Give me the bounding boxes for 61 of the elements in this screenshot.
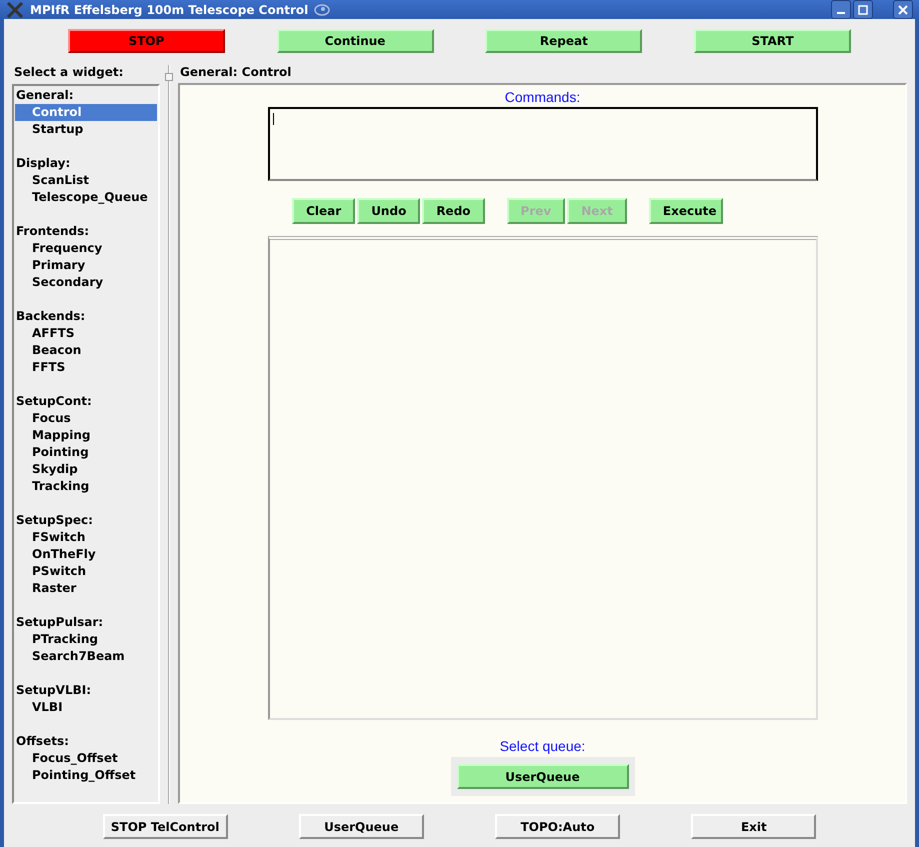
group-label: SetupPulsar: [15, 614, 104, 631]
list-item[interactable]: FSwitch [15, 529, 157, 546]
group-label: Offsets: [15, 733, 70, 750]
list-item[interactable]: Raster [15, 580, 157, 597]
list-item[interactable]: ScanList [15, 172, 157, 189]
command-button[interactable]: Undo [357, 198, 420, 224]
bottom-button[interactable]: STOP TelControl [102, 814, 228, 839]
maximize-icon [858, 4, 868, 14]
action-button[interactable]: START [694, 29, 852, 53]
window-title: MPIfR Effelsberg 100m Telescope Control [30, 2, 308, 16]
list-item[interactable]: Focus [15, 410, 157, 427]
command-button[interactable]: Execute [648, 198, 723, 224]
minimize-button[interactable] [831, 0, 851, 19]
list-item[interactable]: Primary [15, 257, 157, 274]
group-label: SetupCont: [15, 393, 93, 410]
list-item[interactable]: PSwitch [15, 563, 157, 580]
list-item[interactable]: Frequency [15, 240, 157, 257]
queue-button[interactable]: UserQueue [456, 764, 628, 789]
minimize-icon [837, 12, 845, 14]
close-icon [898, 4, 908, 14]
command-button[interactable]: Redo [422, 198, 485, 224]
list-item[interactable]: PTracking [15, 631, 157, 648]
list-item[interactable]: Pointing_Offset [15, 767, 157, 784]
queue-label: Select queue: [500, 738, 586, 754]
list-item[interactable]: Control [15, 104, 157, 121]
maximize-button[interactable] [853, 0, 873, 19]
list-item[interactable]: OnTheFly [15, 546, 157, 563]
command-button[interactable]: Clear [292, 198, 356, 224]
action-button[interactable]: Repeat [485, 29, 642, 53]
list-item[interactable]: Telescope_Queue [15, 189, 157, 206]
pane-handle[interactable] [165, 73, 173, 81]
list-item[interactable]: Beacon [15, 342, 157, 359]
panel-title: General: Control [179, 65, 292, 81]
group-label: Backends: [15, 308, 86, 325]
group-label: SetupSpec: [15, 512, 94, 529]
list-item[interactable]: Pointing [15, 444, 157, 461]
list-item[interactable]: Focus_Offset [15, 750, 157, 767]
commands-field[interactable] [268, 107, 818, 181]
list-item[interactable]: Secondary [15, 274, 157, 291]
list-item[interactable]: AFFTS [15, 325, 157, 342]
x-logo-icon [6, 2, 24, 18]
list-item[interactable]: Tracking [15, 478, 157, 495]
bottom-button[interactable]: TOPO:Auto [495, 814, 620, 839]
close-button[interactable] [893, 0, 913, 19]
group-label: General: [15, 87, 75, 104]
list-item[interactable]: Mapping [15, 427, 157, 444]
list-item[interactable]: VLBI [15, 699, 157, 716]
action-button[interactable]: STOP [68, 29, 225, 53]
list-item[interactable]: Startup [15, 121, 157, 138]
action-button[interactable]: Continue [276, 29, 434, 53]
sidebar-title: Select a widget: [13, 65, 124, 81]
bottom-button[interactable]: Exit [691, 814, 816, 839]
commands-label: Commands: [504, 89, 580, 105]
list-item[interactable]: FFTS [15, 359, 157, 376]
list-item[interactable]: Search7Beam [15, 648, 157, 665]
group-label: Display: [15, 155, 72, 172]
list-item[interactable]: Skydip [15, 461, 157, 478]
bottom-button[interactable]: UserQueue [298, 814, 424, 839]
group-label: Frontends: [15, 223, 90, 240]
swirl-icon [314, 2, 330, 16]
group-label: SetupVLBI: [15, 682, 92, 699]
